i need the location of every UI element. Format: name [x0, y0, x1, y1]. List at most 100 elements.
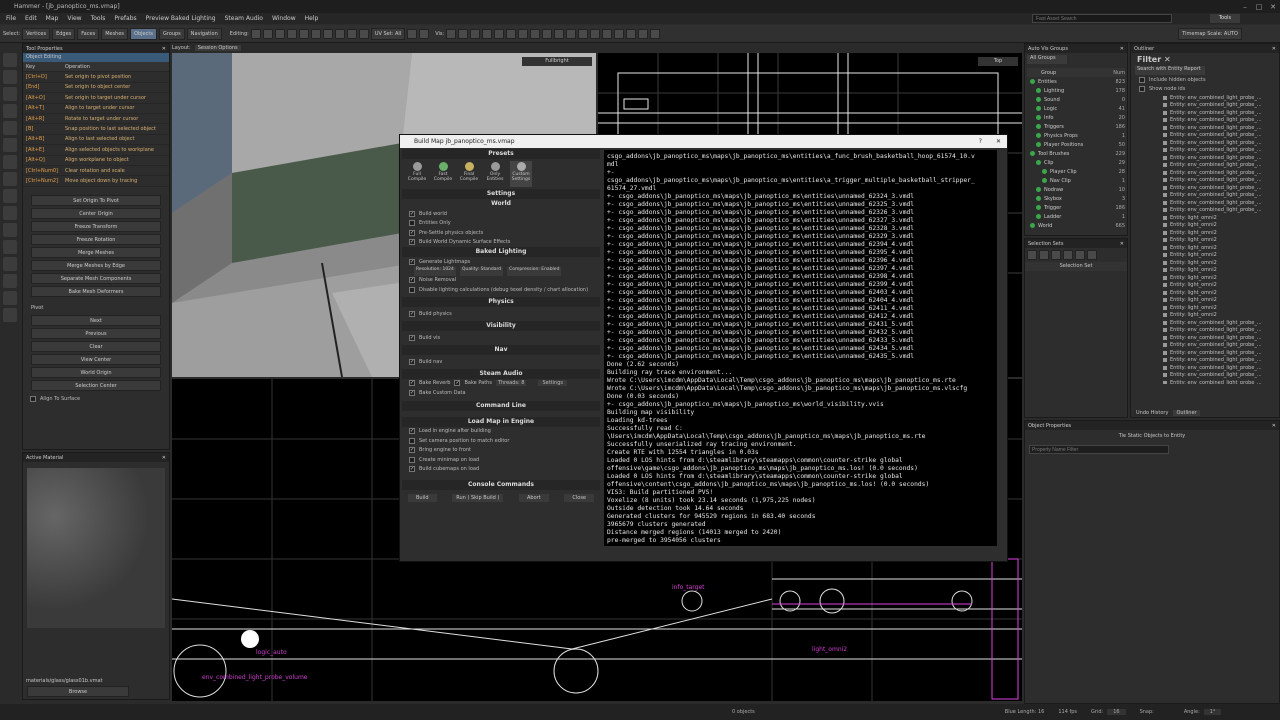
vis-group-item[interactable]: Player Clip 28 [1027, 167, 1125, 176]
command-line-title[interactable]: Command Line [402, 400, 600, 411]
visibility-toggle-icon[interactable] [1030, 79, 1035, 84]
editing-tool-icon[interactable] [250, 28, 261, 39]
vis-filter-icon[interactable] [566, 28, 577, 39]
menu-map[interactable]: Map [46, 15, 59, 22]
close-icon[interactable]: ✕ [1272, 423, 1276, 429]
entity-tool-icon[interactable] [3, 138, 17, 152]
outliner-item[interactable]: Entity: env_combined_light_probe_... [1131, 349, 1279, 357]
show-node-ids-checkbox[interactable]: Show node ids [1131, 85, 1279, 95]
tab-undo-history[interactable]: Undo History [1133, 410, 1172, 416]
tool-action-button[interactable]: Bake Mesh Deformers [31, 285, 161, 297]
menu-view[interactable]: View [67, 15, 81, 22]
vis-filter-icon[interactable] [494, 28, 505, 39]
meshes-mode-button[interactable]: Meshes [101, 27, 129, 40]
run-skip-build-button[interactable]: Run ( Skip Build ) [452, 494, 504, 502]
shortcut-row[interactable]: [Ctrl+D] Set origin to pivot position [23, 72, 169, 83]
scale-tool-icon[interactable] [3, 104, 17, 118]
vertices-mode-button[interactable]: Vertices [22, 27, 51, 40]
render-mode-dropdown[interactable]: Fullbright [522, 57, 592, 66]
vis-filter-icon[interactable] [650, 28, 661, 39]
vis-group-item[interactable]: Player Positions 50 [1027, 140, 1125, 149]
vis-filter-icon[interactable] [542, 28, 553, 39]
final-compile-preset[interactable]: Final Compile [458, 161, 480, 187]
move-tool-icon[interactable] [3, 70, 17, 84]
select-set-icon[interactable] [1051, 250, 1061, 260]
outliner-item[interactable]: Entity: env_combined_light_probe_... [1131, 372, 1279, 380]
outliner-item[interactable]: Entity: light_omni2 [1131, 244, 1279, 252]
close-icon[interactable]: ✕ [1120, 46, 1124, 52]
generate-lightmaps-checkbox[interactable]: ✓ Generate Lightmaps [402, 257, 600, 267]
visibility-toggle-icon[interactable] [1036, 187, 1041, 192]
session-options-dropdown[interactable]: Session Options [194, 45, 241, 51]
edges-mode-button[interactable]: Edges [52, 27, 76, 40]
custom-settings-preset[interactable]: Custom Settings [510, 161, 532, 187]
outliner-item[interactable]: Entity: env_combined_light_probe_... [1131, 364, 1279, 372]
outliner-item[interactable]: Entity: env_combined_light_probe_... [1131, 327, 1279, 335]
close-icon[interactable]: ✕ [1272, 46, 1276, 52]
visibility-toggle-icon[interactable] [1036, 133, 1041, 138]
vis-group-item[interactable]: Info 20 [1027, 113, 1125, 122]
outliner-item[interactable]: Entity: env_combined_light_probe_... [1131, 319, 1279, 327]
outliner-item[interactable]: Entity: light_omni2 [1131, 222, 1279, 230]
abort-button[interactable]: Abort [519, 494, 549, 502]
editing-tool-icon[interactable] [262, 28, 273, 39]
pivot-action-button[interactable]: View Center [31, 353, 161, 365]
align-to-surface-checkbox[interactable]: Align To Surface [23, 395, 169, 405]
outliner-item[interactable]: Entity: env_combined_light_probe_... [1131, 379, 1279, 384]
bake-custom-data-checkbox[interactable]: ✓ Bake Custom Data [402, 388, 600, 398]
outliner-item[interactable]: Entity: env_combined_light_probe_... [1131, 184, 1279, 192]
outliner-item[interactable]: Entity: env_combined_light_probe_... [1131, 139, 1279, 147]
load-option-checkbox[interactable]: ✓ Build cubemaps on load [402, 465, 600, 475]
vis-group-item[interactable]: Tool Brushes 229 [1027, 149, 1125, 158]
build-nav-checkbox[interactable]: ✓ Build nav [402, 355, 600, 369]
visibility-toggle-icon[interactable] [1030, 223, 1035, 228]
help-button[interactable]: ? [979, 138, 982, 145]
pivot-action-button[interactable]: Clear [31, 340, 161, 352]
menu-steam-audio[interactable]: Steam Audio [225, 15, 263, 22]
build-vis-checkbox[interactable]: ✓ Build vis [402, 331, 600, 345]
outliner-item[interactable]: Entity: env_combined_light_probe_... [1131, 132, 1279, 140]
faces-mode-button[interactable]: Faces [77, 27, 100, 40]
close-icon[interactable]: ✕ [1164, 55, 1171, 64]
outliner-item[interactable]: Entity: light_omni2 [1131, 282, 1279, 290]
shortcut-row[interactable]: [Ctrl+Num2] Move object down by tracing [23, 176, 169, 187]
uv-set-dropdown[interactable]: UV Set: All [370, 27, 406, 40]
pivot-action-button[interactable]: Next [31, 314, 161, 326]
tool-action-button[interactable]: Set Origin To Pivot [31, 194, 161, 206]
editing-tool-icon[interactable] [274, 28, 285, 39]
outliner-item[interactable]: Entity: light_omni2 [1131, 252, 1279, 260]
build-button[interactable]: Build [408, 494, 437, 502]
load-option-checkbox[interactable]: ✓ Bring engine to front [402, 446, 600, 456]
world-option-checkbox[interactable]: Entities Only [402, 219, 600, 229]
vis-filter-icon[interactable] [590, 28, 601, 39]
objects-mode-button[interactable]: Objects [130, 27, 157, 40]
visibility-toggle-icon[interactable] [1036, 205, 1041, 210]
compression-dropdown[interactable]: Compression: Enabled [507, 266, 562, 276]
groups-mode-button[interactable]: Groups [158, 27, 185, 40]
vis-filter-icon[interactable] [554, 28, 565, 39]
outliner-item[interactable]: Entity: env_combined_light_probe_... [1131, 207, 1279, 215]
audio-settings-button[interactable]: Settings [538, 380, 567, 387]
tool-action-button[interactable]: Separate Mesh Components [31, 272, 161, 284]
add-set-icon[interactable] [1027, 250, 1037, 260]
vis-group-item[interactable]: Logic 41 [1027, 104, 1125, 113]
vis-group-item[interactable]: Nav Clip 1 [1027, 176, 1125, 185]
outliner-item[interactable]: Entity: env_combined_light_probe_... [1131, 102, 1279, 110]
outliner-item[interactable]: Entity: light_omni2 [1131, 229, 1279, 237]
vis-group-item[interactable]: Lighting 178 [1027, 86, 1125, 95]
menu-prefabs[interactable]: Prefabs [114, 15, 136, 22]
visibility-toggle-icon[interactable] [1036, 106, 1041, 111]
resolution-dropdown[interactable]: Resolution: 1024 [414, 266, 456, 276]
shortcut-row[interactable]: [Alt+E] Align selected objects to workpla… [23, 145, 169, 156]
outliner-item[interactable]: Entity: light_omni2 [1131, 312, 1279, 320]
include-hidden-checkbox[interactable]: Include hidden objects [1131, 75, 1279, 85]
console-commands-title[interactable]: Console Commands [402, 480, 600, 490]
vis-filter-icon[interactable] [518, 28, 529, 39]
vis-filter-icon[interactable] [638, 28, 649, 39]
vis-group-item[interactable]: Ladder 1 [1027, 212, 1125, 221]
close-window-button[interactable]: ✕ [1266, 3, 1280, 11]
close-icon[interactable]: ✕ [996, 138, 1001, 145]
outliner-item[interactable]: Entity: env_combined_light_probe_... [1131, 94, 1279, 102]
vis-group-item[interactable]: Entities 823 [1027, 77, 1125, 86]
shortcut-row[interactable]: [Ctrl+Num0] Clear rotation and scale [23, 166, 169, 177]
